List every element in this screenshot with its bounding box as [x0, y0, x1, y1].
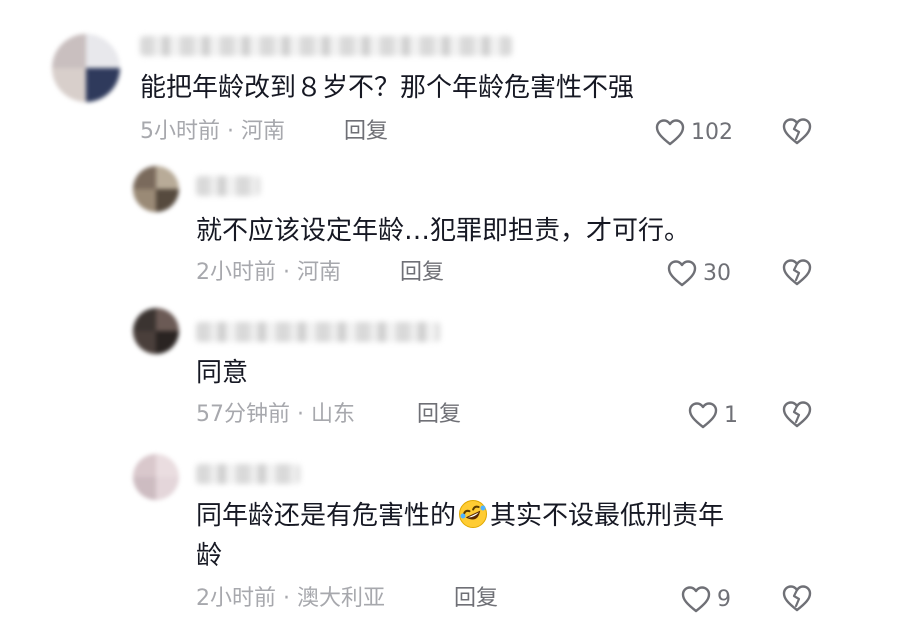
meta-separator: ·	[283, 260, 290, 285]
like-count: 102	[691, 119, 733, 145]
comment-location: 河南	[297, 260, 342, 285]
username-blurred[interactable]	[196, 322, 440, 342]
like-count: 9	[717, 586, 731, 612]
like-button[interactable]: 30	[667, 257, 731, 289]
comment-text: 能把年龄改到８岁不？那个年龄危害性不强	[140, 73, 635, 103]
heart-outline-icon	[667, 259, 697, 287]
avatar[interactable]	[133, 166, 179, 212]
comment-location: 山东	[311, 402, 356, 427]
reply-button[interactable]: 回复	[417, 401, 461, 429]
avatar-tile	[133, 477, 156, 500]
comment-text-line2: 龄	[196, 541, 223, 571]
like-count: 30	[703, 260, 731, 286]
comment-meta: 2小时前 · 澳大利亚	[196, 585, 385, 613]
heart-outline-icon	[655, 118, 685, 146]
comment-location: 澳大利亚	[297, 586, 386, 611]
broken-heart-icon	[782, 401, 812, 432]
avatar-tile	[52, 34, 86, 68]
comment-1: 能把年龄改到８岁不？那个年龄危害性不强 5小时前 · 河南 回复 102	[0, 0, 909, 150]
username-blurred[interactable]	[196, 464, 300, 484]
reply-button[interactable]: 回复	[454, 585, 498, 613]
comment-4: 同年龄还是有危害性的 其实不设最低刑责年 龄 2小时前 · 澳大利亚 回复 9	[0, 442, 909, 644]
like-button[interactable]: 102	[655, 116, 733, 148]
dislike-button[interactable]	[782, 584, 812, 614]
avatar[interactable]	[52, 34, 120, 102]
broken-heart-icon	[782, 118, 812, 149]
comment-location: 河南	[241, 119, 286, 144]
username-blurred[interactable]	[140, 36, 512, 56]
avatar-tile	[133, 331, 156, 354]
dislike-button[interactable]	[782, 400, 812, 430]
avatar[interactable]	[133, 454, 179, 500]
meta-separator: ·	[297, 402, 304, 427]
dislike-button[interactable]	[782, 258, 812, 288]
meta-separator: ·	[283, 586, 290, 611]
comment-time: 5小时前	[140, 119, 220, 144]
reply-button[interactable]: 回复	[400, 259, 444, 287]
comment-text: 同年龄还是有危害性的 其实不设最低刑责年	[196, 498, 724, 534]
like-button[interactable]: 9	[681, 583, 731, 615]
avatar-tile	[156, 189, 179, 212]
comment-text-part: 同年龄还是有危害性的	[196, 501, 457, 531]
avatar-tile	[86, 68, 120, 102]
username-blurred[interactable]	[196, 176, 260, 196]
comment-time: 57分钟前	[196, 402, 290, 427]
comment-meta: 57分钟前 · 山东	[196, 401, 355, 429]
comment-meta: 5小时前 · 河南	[140, 118, 285, 146]
like-button[interactable]: 1	[688, 399, 738, 431]
avatar-tile	[52, 68, 86, 102]
comment-text: 就不应该设定年龄…犯罪即担责，才可行。	[196, 216, 691, 246]
avatar-tile	[156, 477, 179, 500]
heart-outline-icon	[681, 585, 711, 613]
avatar-tile	[133, 189, 156, 212]
avatar-tile	[156, 454, 179, 477]
comment-time: 2小时前	[196, 260, 276, 285]
avatar-tile	[86, 34, 120, 68]
avatar-tile	[156, 166, 179, 189]
comment-time: 2小时前	[196, 586, 276, 611]
broken-heart-icon	[782, 585, 812, 616]
broken-heart-icon	[782, 259, 812, 290]
comment-meta: 2小时前 · 河南	[196, 259, 341, 287]
comment-text-part: 其实不设最低刑责年	[490, 501, 725, 531]
avatar-tile	[156, 308, 179, 331]
avatar-tile	[133, 454, 156, 477]
heart-outline-icon	[688, 401, 718, 429]
avatar-tile	[156, 331, 179, 354]
avatar-tile	[133, 308, 156, 331]
like-count: 1	[724, 402, 738, 428]
comment-2: 就不应该设定年龄…犯罪即担责，才可行。 2小时前 · 河南 回复 30	[0, 150, 909, 292]
rolling-on-floor-laughing-emoji-icon	[458, 499, 488, 529]
meta-separator: ·	[227, 119, 234, 144]
reply-button[interactable]: 回复	[344, 118, 388, 146]
avatar[interactable]	[133, 308, 179, 354]
comment-text: 同意	[196, 358, 249, 388]
comment-3: 同意 57分钟前 · 山东 回复 1	[0, 292, 909, 442]
dislike-button[interactable]	[782, 117, 812, 147]
avatar-tile	[133, 166, 156, 189]
